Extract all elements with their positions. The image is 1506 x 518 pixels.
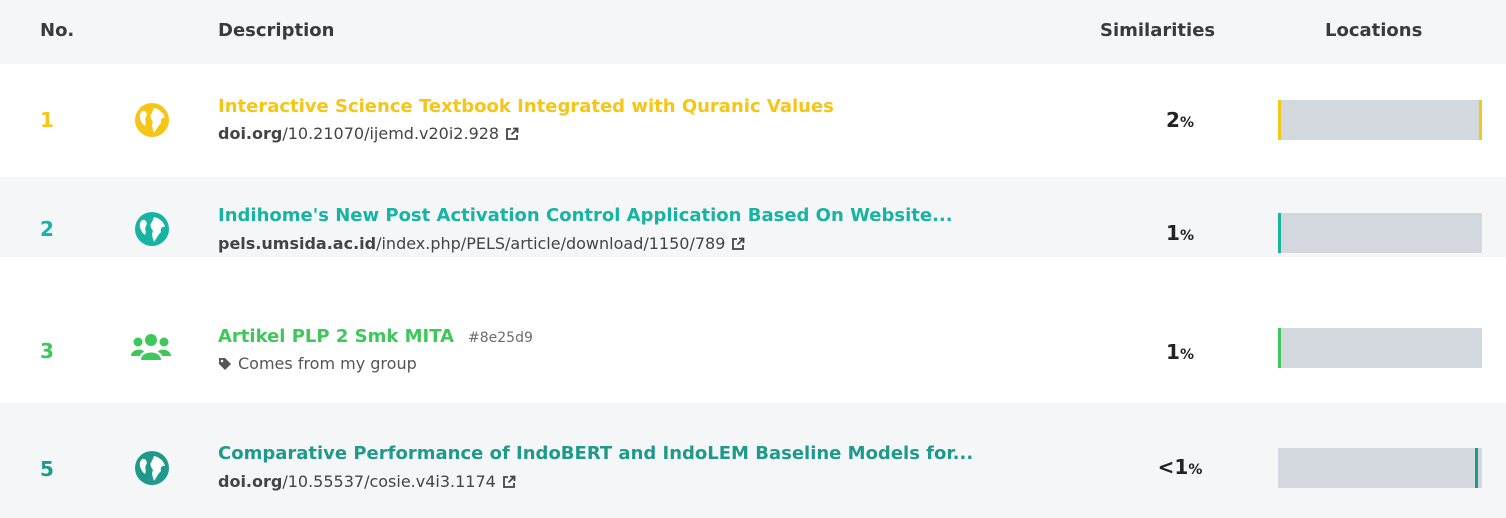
- source-title[interactable]: Interactive Science Textbook Integrated …: [218, 96, 834, 117]
- locations-bar[interactable]: [1278, 100, 1482, 140]
- globe-icon: [135, 103, 169, 137]
- table-row[interactable]: 3 Artikel PLP 2 Smk MITA #8e25d9 Comes fr…: [0, 290, 1506, 373]
- source-link[interactable]: pels.umsida.ac.id/index.php/PELS/article…: [218, 234, 745, 253]
- tag-text: Comes from my group: [238, 354, 417, 373]
- users-icon: [131, 334, 171, 360]
- document-hash: #8e25d9: [468, 330, 533, 346]
- locations-bar[interactable]: [1278, 448, 1482, 488]
- similarity-percent: 1%: [1166, 221, 1194, 245]
- header-description: Description: [218, 20, 335, 41]
- source-path: /10.55537/cosie.v4i3.1174: [282, 472, 496, 491]
- location-marker[interactable]: [1278, 328, 1281, 368]
- source-link[interactable]: doi.org/10.21070/ijemd.v20i2.928: [218, 124, 519, 143]
- source-path: /10.21070/ijemd.v20i2.928: [282, 124, 500, 143]
- external-link-icon[interactable]: [731, 237, 745, 251]
- source-path: /index.php/PELS/article/download/1150/78…: [376, 234, 726, 253]
- source-domain: doi.org: [218, 472, 283, 491]
- external-link-icon[interactable]: [505, 127, 519, 141]
- locations-bar[interactable]: [1278, 328, 1482, 368]
- source-tag: Comes from my group: [218, 354, 417, 373]
- external-link-icon[interactable]: [502, 475, 516, 489]
- tag-icon: [219, 357, 231, 370]
- header-locations: Locations: [1325, 20, 1423, 41]
- source-title[interactable]: Artikel PLP 2 Smk MITA #8e25d9: [218, 326, 533, 347]
- location-marker[interactable]: [1278, 213, 1281, 253]
- row-number: 3: [40, 339, 54, 363]
- source-domain: doi.org: [218, 124, 283, 143]
- locations-bar[interactable]: [1278, 213, 1482, 253]
- table-row[interactable]: 2 Indihome's New Post Activation Control…: [0, 177, 1506, 257]
- table-row[interactable]: 5 Comparative Performance of IndoBERT an…: [0, 403, 1506, 518]
- table-row[interactable]: 1 Interactive Science Textbook Integrate…: [0, 64, 1506, 144]
- location-marker[interactable]: [1278, 100, 1281, 140]
- source-title[interactable]: Indihome's New Post Activation Control A…: [218, 205, 953, 226]
- location-marker[interactable]: [1479, 100, 1482, 140]
- source-domain: pels.umsida.ac.id: [218, 234, 377, 253]
- similarity-percent: 2%: [1166, 108, 1194, 132]
- row-number: 1: [40, 108, 54, 132]
- source-link[interactable]: doi.org/10.55537/cosie.v4i3.1174: [218, 472, 516, 491]
- row-number: 2: [40, 217, 54, 241]
- globe-icon: [135, 451, 169, 485]
- location-marker[interactable]: [1475, 448, 1478, 488]
- header-similarities: Similarities: [1100, 20, 1216, 41]
- source-title[interactable]: Comparative Performance of IndoBERT and …: [218, 443, 973, 464]
- similarity-percent: <1%: [1157, 455, 1203, 479]
- globe-icon: [135, 212, 169, 246]
- row-number: 5: [40, 457, 54, 481]
- similarity-percent: 1%: [1166, 340, 1194, 364]
- table-header: No. Description Similarities Locations: [0, 0, 1506, 64]
- header-no: No.: [40, 20, 75, 41]
